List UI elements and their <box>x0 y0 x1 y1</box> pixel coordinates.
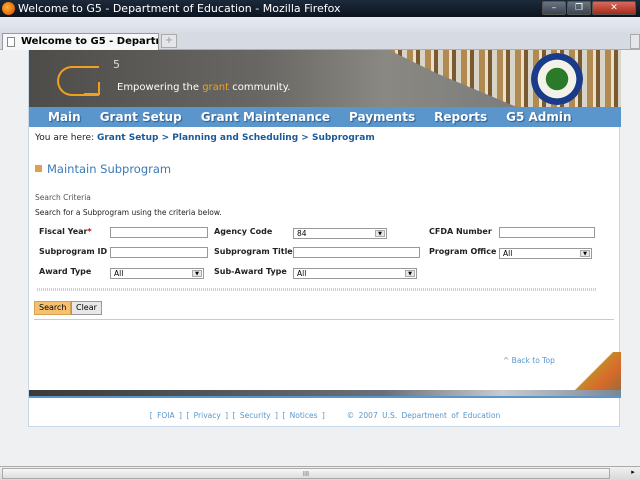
banner: 5 Empowering the grant community. <box>29 50 621 107</box>
classroom-image <box>569 352 621 390</box>
breadcrumb-grant-setup[interactable]: Grant Setup <box>97 133 158 143</box>
clear-button[interactable]: Clear <box>71 301 102 315</box>
browser-tab[interactable]: Welcome to G5 - Departmen... <box>2 33 159 50</box>
program-office-select[interactable]: All ▼ <box>499 248 592 259</box>
fiscal-year-input[interactable] <box>110 227 208 238</box>
breadcrumb-planning[interactable]: Planning and Scheduling <box>172 133 298 143</box>
search-button[interactable]: Search <box>34 301 72 315</box>
footer: [ FOIA ] [ Privacy ] [ Security ] [ Noti… <box>149 411 501 420</box>
g5-logo-part <box>84 82 100 95</box>
tab-label: Welcome to G5 - Departmen... <box>21 36 158 47</box>
scrollbar-thumb[interactable]: III <box>2 468 610 479</box>
breadcrumb-sep: > <box>158 133 173 143</box>
window-titlebar: Welcome to G5 - Department of Education … <box>0 0 640 17</box>
copyright: © 2007 U.S. Department of Education <box>346 411 501 420</box>
label-text: Fiscal Year <box>39 227 88 236</box>
breadcrumb-prefix: You are here: <box>35 133 97 143</box>
horizontal-scrollbar[interactable]: III ▸ <box>0 466 640 480</box>
tagline-text: Empowering the <box>117 82 203 93</box>
nav-g5-admin[interactable]: G5 Admin <box>506 107 571 127</box>
cfda-number-input[interactable] <box>499 227 595 238</box>
fiscal-year-label: Fiscal Year* <box>39 227 92 236</box>
agency-code-label: Agency Code <box>214 227 273 236</box>
divider <box>37 288 597 291</box>
scroll-right-arrow-icon[interactable]: ▸ <box>627 468 639 479</box>
page-title-text: Maintain Subprogram <box>47 162 172 176</box>
chevron-down-icon: ▼ <box>405 270 415 277</box>
subprogram-id-input[interactable] <box>110 247 208 258</box>
title-bullet-icon <box>35 165 42 172</box>
subprogram-id-label: Subprogram ID <box>39 247 108 256</box>
department-seal-icon <box>531 53 583 105</box>
award-type-label: Award Type <box>39 267 92 276</box>
chevron-down-icon: ▼ <box>192 270 202 277</box>
select-value: All <box>503 249 513 258</box>
tagline-highlight: grant <box>202 82 230 93</box>
select-value: All <box>114 269 124 278</box>
browser-toolbar <box>0 17 640 32</box>
page-icon <box>7 37 15 47</box>
footer-foia-link[interactable]: FOIA <box>157 411 175 420</box>
search-instructions: Search for a Subprogram using the criter… <box>35 208 222 217</box>
breadcrumb-subprogram[interactable]: Subprogram <box>312 133 375 143</box>
sub-award-type-label: Sub-Award Type <box>214 267 287 276</box>
footer-privacy-link[interactable]: Privacy <box>194 411 221 420</box>
footer-security-link[interactable]: Security <box>240 411 271 420</box>
footer-notices-link[interactable]: Notices <box>290 411 318 420</box>
select-value: All <box>297 269 307 278</box>
agency-code-select[interactable]: 84 ▼ <box>293 228 387 239</box>
breadcrumb-sep: > <box>298 133 312 143</box>
tagline: Empowering the grant community. <box>117 82 290 93</box>
divider <box>34 319 614 320</box>
nav-payments[interactable]: Payments <box>349 107 415 127</box>
breadcrumb: You are here: Grant Setup > Planning and… <box>35 133 375 143</box>
logo-superscript: 5 <box>113 58 120 71</box>
subprogram-title-input[interactable] <box>293 247 420 258</box>
award-type-select[interactable]: All ▼ <box>110 268 204 279</box>
select-value: 84 <box>297 229 307 238</box>
required-marker: * <box>87 227 92 236</box>
new-tab-button[interactable]: + <box>161 34 177 48</box>
tab-bar: Welcome to G5 - Departmen... + <box>0 32 640 50</box>
window-title: Welcome to G5 - Department of Education … <box>18 2 341 15</box>
nav-grant-setup[interactable]: Grant Setup <box>100 107 182 127</box>
main-nav: Main Grant Setup Grant Maintenance Payme… <box>29 107 621 127</box>
chevron-down-icon: ▼ <box>580 250 590 257</box>
page-title: Maintain Subprogram <box>35 162 171 176</box>
back-to-top-link[interactable]: ^ Back to Top <box>503 356 555 365</box>
nav-grant-maintenance[interactable]: Grant Maintenance <box>201 107 330 127</box>
sub-award-type-select[interactable]: All ▼ <box>293 268 417 279</box>
tab-list-button[interactable] <box>630 34 640 49</box>
nav-main[interactable]: Main <box>48 107 81 127</box>
footer-bar <box>29 390 621 398</box>
program-office-label: Program Office <box>429 247 497 256</box>
subprogram-title-label: Subprogram Title <box>214 247 293 256</box>
tagline-text: community. <box>229 82 291 93</box>
close-button[interactable]: ✕ <box>592 1 636 15</box>
page-content: 5 Empowering the grant community. Main G… <box>28 50 621 427</box>
chevron-down-icon: ▼ <box>375 230 385 237</box>
library-image <box>389 50 621 107</box>
minimize-button[interactable]: – <box>542 1 566 15</box>
cfda-number-label: CFDA Number <box>429 227 492 236</box>
search-criteria-heading: Search Criteria <box>35 193 91 202</box>
firefox-icon <box>2 2 15 15</box>
nav-reports[interactable]: Reports <box>434 107 487 127</box>
maximize-button[interactable]: ❐ <box>567 1 591 15</box>
